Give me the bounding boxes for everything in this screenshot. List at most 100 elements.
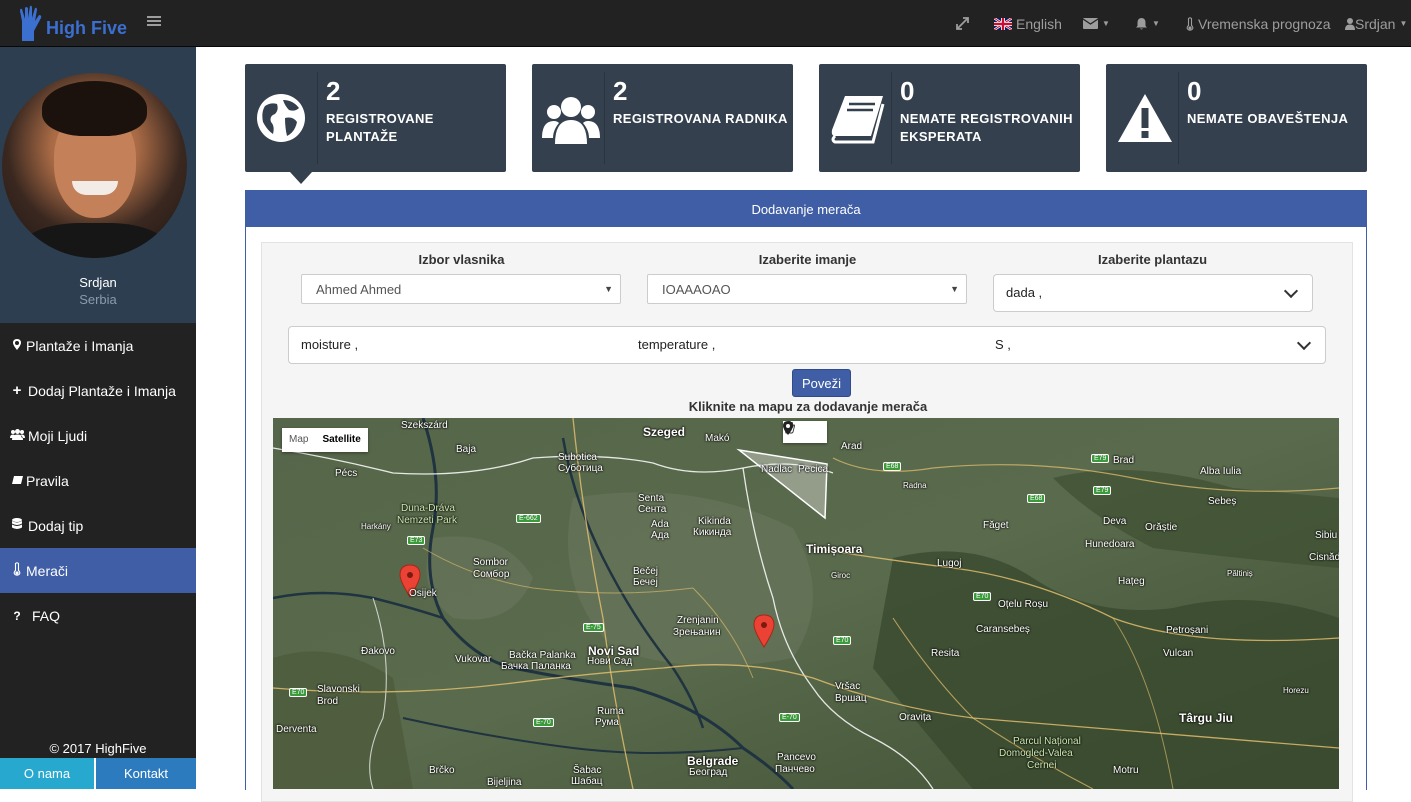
- stat-card-eksperti[interactable]: 0 NEMATE REGISTROVANIH EKSPERATA: [819, 64, 1080, 172]
- notifications-dropdown[interactable]: ▼: [1135, 0, 1160, 47]
- warning-icon: [1118, 94, 1172, 142]
- sidebar-item-dodaj-plantaze[interactable]: + Dodaj Plantaže i Imanja: [0, 368, 196, 413]
- map-label: Resita: [931, 648, 960, 659]
- sidebar-item-label: Pravila: [26, 472, 69, 489]
- sidebar-item-meraci[interactable]: Merači: [0, 548, 196, 593]
- users-icon: [542, 97, 600, 144]
- fullscreen-icon[interactable]: [956, 0, 969, 47]
- map-label: Zrenjanin: [677, 615, 719, 626]
- sidebar-item-dodaj-tip[interactable]: Dodaj tip: [0, 503, 196, 548]
- weather-link[interactable]: Vremenska prognoza: [1186, 0, 1331, 47]
- database-icon: [10, 518, 24, 533]
- estate-select[interactable]: IOAAAOAO ▼: [647, 274, 967, 304]
- thermometer-icon: [1186, 16, 1194, 31]
- add-marker-icon[interactable]: [783, 421, 793, 435]
- map-type-control: Map Satellite: [282, 428, 368, 452]
- users-icon: [10, 428, 25, 443]
- messages-dropdown[interactable]: ▼: [1083, 0, 1110, 47]
- road-shield: E79: [1091, 454, 1110, 463]
- sidebar-item-label: Moji Ljudi: [28, 427, 88, 444]
- map-label: Horezu: [1283, 686, 1309, 695]
- owner-value: Ahmed Ahmed: [316, 282, 402, 297]
- map-label: Hațeg: [1118, 576, 1145, 587]
- plantation-select[interactable]: dada ,: [993, 274, 1313, 312]
- stat-card-plantaze[interactable]: 2 REGISTROVANE PLANTAŽE: [245, 64, 506, 172]
- stat-card-obavestenja[interactable]: 0 NEMATE OBAVEŠTENJA: [1106, 64, 1367, 172]
- map-label: Brčko: [429, 765, 455, 776]
- dropdown-arrow-icon: ▼: [950, 284, 959, 294]
- contact-button[interactable]: Kontakt: [94, 758, 196, 789]
- map-label: Вршац: [835, 693, 867, 704]
- sidebar-item-label: Merači: [26, 562, 69, 579]
- profile-country: Serbia: [79, 292, 117, 307]
- owner-label: Izbor vlasnika: [418, 252, 505, 267]
- map-label: Бечеј: [633, 577, 658, 588]
- map-label: Timișoara: [806, 542, 863, 556]
- owner-select[interactable]: Ahmed Ahmed ▼: [301, 274, 621, 304]
- map-label: Baja: [456, 444, 477, 455]
- map-label: Vulcan: [1163, 648, 1194, 659]
- map-label: Панчево: [775, 764, 815, 775]
- map-label: Bačka Palanka: [509, 650, 576, 661]
- about-button[interactable]: O nama: [0, 758, 94, 789]
- estate-label: Izaberite imanje: [758, 252, 857, 267]
- map-label: Sibiu: [1315, 530, 1338, 541]
- chevron-down-icon: [1296, 335, 1312, 351]
- stat-card-radnici[interactable]: 2 REGISTROVANA RADNIKA: [532, 64, 793, 172]
- map-label: Orăștie: [1145, 522, 1178, 533]
- uk-flag-icon: [994, 17, 1012, 30]
- envelope-icon: [1083, 18, 1098, 29]
- language-dropdown[interactable]: English: [994, 0, 1062, 47]
- map-label: Суботица: [558, 463, 603, 474]
- brand-logo[interactable]: High Five: [18, 4, 127, 44]
- map-type-map[interactable]: Map: [282, 428, 315, 452]
- road-shield: E73: [407, 536, 426, 545]
- map-label: Szekszárd: [401, 420, 448, 431]
- sidebar-item-faq[interactable]: ? FAQ: [0, 593, 196, 638]
- map-label: Cisnădie: [1309, 552, 1339, 563]
- panel-title: Dodavanje merača: [246, 191, 1366, 227]
- map-label: Ада: [651, 530, 670, 541]
- map-label: Radna: [903, 481, 927, 490]
- map-label: Nemzeti Park: [397, 515, 458, 526]
- map-label: Duna-Dráva: [401, 503, 455, 514]
- map-label: Caransebeș: [976, 624, 1030, 635]
- satellite-map[interactable]: Map Satellite Szekszárd Baja Szeged Makó…: [273, 418, 1339, 789]
- map-label: Makó: [705, 433, 730, 444]
- map-label: Petroșani: [1166, 625, 1209, 636]
- map-label: Făget: [983, 520, 1009, 531]
- brand-name: High Five: [46, 17, 128, 38]
- map-type-satellite[interactable]: Satellite: [315, 428, 367, 452]
- sidebar-toggle-icon[interactable]: [147, 16, 161, 28]
- map-label: Brad: [1113, 455, 1135, 466]
- connect-button[interactable]: Poveži: [792, 369, 851, 397]
- road-shield: E68: [883, 462, 902, 471]
- bell-icon: [1136, 18, 1147, 30]
- map-label: Vršac: [835, 681, 861, 692]
- map-label: Vukovar: [455, 654, 492, 665]
- user-dropdown[interactable]: Srdjan ▼: [1345, 0, 1407, 47]
- map-label: Кикинда: [693, 527, 732, 538]
- stat-label: REGISTROVANE PLANTAŽE: [326, 111, 434, 144]
- estate-value: IOAAAOAO: [662, 282, 731, 297]
- map-marker-icon: [10, 338, 24, 353]
- profile-name: Srdjan: [79, 275, 117, 290]
- plus-icon: +: [12, 382, 22, 399]
- sidebar-item-moji-ljudi[interactable]: Moji Ljudi: [0, 413, 196, 458]
- map-label: Giroc: [831, 571, 851, 580]
- map-label: Đakovo: [361, 646, 395, 657]
- stat-label: NEMATE OBAVEŠTENJA: [1187, 111, 1349, 126]
- user-name: Srdjan: [1355, 15, 1396, 32]
- sensor-option: S ,: [995, 337, 1011, 352]
- map-label: Motru: [1113, 765, 1139, 776]
- map-label: Bijeljina: [487, 777, 522, 788]
- map-label: Senta: [638, 493, 665, 504]
- map-label: Subotica: [558, 452, 597, 463]
- sensor-type-select[interactable]: moisture , temperature , S ,: [288, 326, 1326, 364]
- map-label: Сента: [638, 504, 667, 515]
- map-label: Alba Iulia: [1200, 466, 1242, 477]
- weather-label: Vremenska prognoza: [1198, 15, 1331, 32]
- sidebar-item-pravila[interactable]: Pravila: [0, 458, 196, 503]
- sidebar-item-plantaze[interactable]: Plantaže i Imanja: [0, 323, 196, 368]
- sidebar: Srdjan Serbia Plantaže i Imanja + Dodaj …: [0, 47, 196, 789]
